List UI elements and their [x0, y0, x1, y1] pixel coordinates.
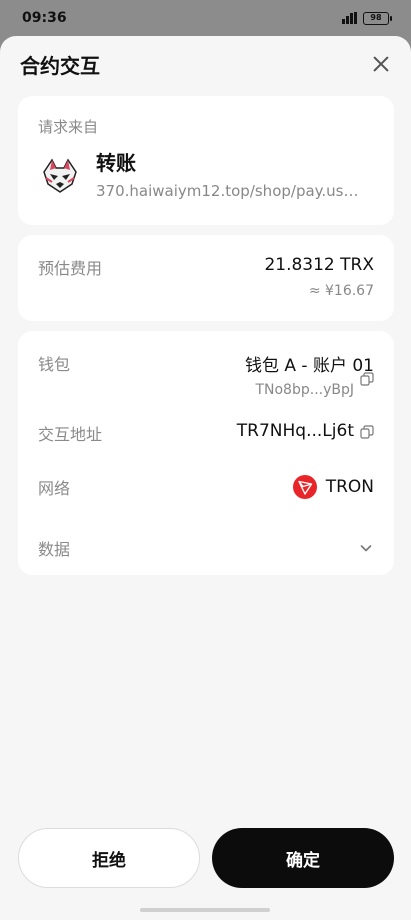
request-text: 转账 370.haiwaiym12.top/shop/pay.us… — [96, 147, 376, 200]
network-value: TRON — [292, 475, 374, 499]
data-label: 数据 — [38, 540, 71, 559]
fee-amount: 21.8312 TRX — [264, 255, 374, 275]
tron-logo-icon — [292, 475, 317, 499]
wallet-address: TNo8bp...yBpJ — [255, 382, 354, 398]
dapp-logo-icon — [38, 151, 82, 196]
contract-interaction-sheet: 合约交互 请求来自 转账 370.haiwaiym12.top/shop/pay… — [0, 36, 411, 920]
network-row: 网络 TRON — [38, 475, 374, 528]
battery-level: 98 — [370, 12, 382, 22]
network-name: TRON — [325, 477, 374, 497]
contract-address-label: 交互地址 — [38, 425, 103, 444]
status-time: 09:36 — [22, 10, 67, 26]
wallet-name: 钱包 A - 账户 01 — [244, 356, 374, 376]
status-indicators: 98 — [342, 11, 392, 25]
home-indicator[interactable] — [140, 908, 270, 912]
data-row[interactable]: 数据 — [38, 528, 374, 568]
battery-icon: 98 — [363, 11, 392, 25]
contract-address-value: TR7NHq...Lj6t — [237, 421, 374, 441]
request-url: 370.haiwaiym12.top/shop/pay.us… — [96, 182, 359, 200]
close-icon[interactable] — [369, 52, 393, 76]
status-bar: 09:36 98 — [0, 0, 411, 36]
details-card: 钱包 钱包 A - 账户 01 TNo8bp...yBpJ 交互地址 TR7NH… — [18, 331, 394, 575]
request-source-row: 转账 370.haiwaiym12.top/shop/pay.us… — [38, 147, 374, 200]
sheet-title: 合约交互 — [20, 53, 100, 78]
copy-icon[interactable] — [360, 424, 374, 439]
fee-label: 预估费用 — [38, 259, 103, 278]
action-buttons: 拒绝 确定 — [0, 828, 411, 888]
chevron-down-icon[interactable] — [358, 540, 374, 556]
wallet-label: 钱包 — [38, 355, 71, 374]
signal-icon — [342, 12, 357, 24]
fee-card: 预估费用 21.8312 TRX ≈ ¥16.67 — [18, 235, 394, 321]
wallet-address-row: TNo8bp...yBpJ — [245, 372, 374, 398]
fee-row: 预估费用 21.8312 TRX ≈ ¥16.67 — [38, 255, 374, 299]
network-label: 网络 — [38, 479, 71, 498]
copy-icon[interactable] — [360, 372, 374, 386]
wallet-row: 钱包 钱包 A - 账户 01 TNo8bp...yBpJ — [38, 351, 374, 421]
confirm-button[interactable]: 确定 — [212, 828, 394, 888]
request-title: 转账 — [96, 151, 136, 175]
sheet-header: 合约交互 — [0, 36, 411, 92]
request-from-label: 请求来自 — [38, 118, 99, 136]
contract-address: TR7NHq...Lj6t — [236, 421, 354, 441]
request-source-card: 请求来自 转账 370.haiwaiym12.top/shop/pay.us… — [18, 96, 394, 225]
reject-button[interactable]: 拒绝 — [18, 828, 200, 888]
fee-fiat: ≈ ¥16.67 — [308, 283, 374, 299]
contract-address-row: 交互地址 TR7NHq...Lj6t — [38, 421, 374, 475]
